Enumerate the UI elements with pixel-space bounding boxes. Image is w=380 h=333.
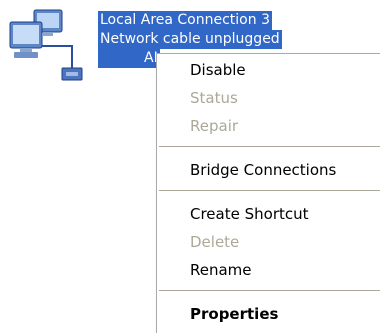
menu-separator xyxy=(159,146,380,147)
connection-name: Local Area Connection 3 xyxy=(98,11,272,30)
network-connection-icon[interactable] xyxy=(4,8,96,88)
menu-separator xyxy=(159,290,380,291)
connection-status: Network cable unplugged xyxy=(98,30,282,49)
menu-item-properties[interactable]: Properties xyxy=(190,304,278,324)
context-menu: Disable Status Repair Bridge Connections… xyxy=(156,53,380,333)
connection-device: AI xyxy=(98,49,160,68)
menu-item-rename[interactable]: Rename xyxy=(190,260,252,280)
menu-item-bridge-connections[interactable]: Bridge Connections xyxy=(190,160,336,180)
menu-item-repair: Repair xyxy=(190,117,239,135)
menu-separator xyxy=(159,190,380,191)
menu-item-delete: Delete xyxy=(190,233,240,251)
menu-item-create-shortcut[interactable]: Create Shortcut xyxy=(190,204,309,224)
menu-item-status: Status xyxy=(190,89,238,107)
menu-item-disable[interactable]: Disable xyxy=(190,60,246,80)
